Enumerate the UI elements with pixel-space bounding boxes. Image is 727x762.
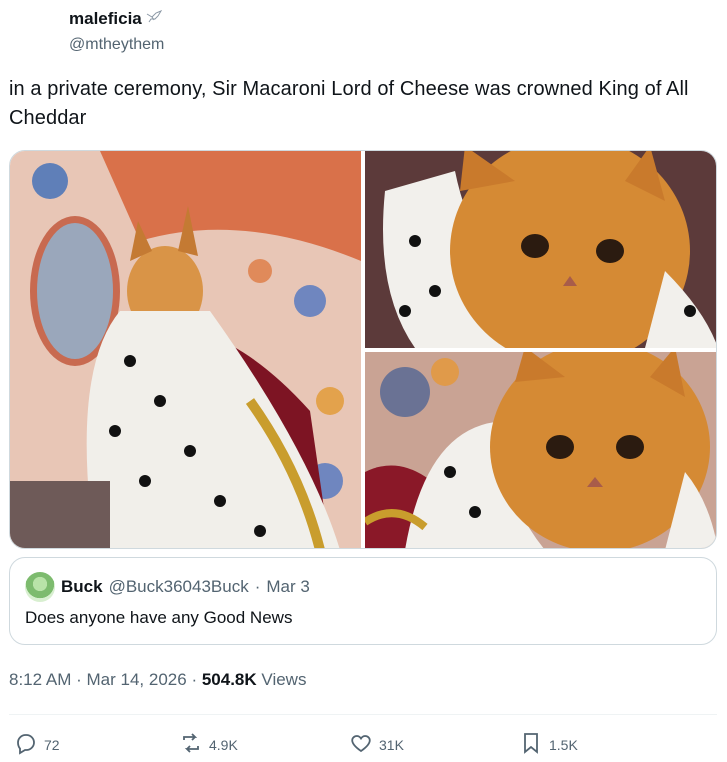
tweet-meta: 8:12 AM · Mar 14, 2026 · 504.8K Views [9,669,306,691]
meta-separator-2: · [191,670,198,689]
tweet-header: maleficia @mtheythem [69,8,164,56]
action-bar: 72 4.9K 31K 1.5K [9,731,717,761]
photo-cat-face-closeup[interactable] [365,151,716,348]
repost-icon [179,731,203,758]
photo-cat-crown-closeup[interactable] [365,352,716,548]
views-label: Views [261,670,307,689]
bookmark-count: 1.5K [549,736,578,753]
author-name[interactable]: maleficia [69,8,142,30]
like-count: 31K [379,736,404,753]
avatar[interactable] [25,572,55,602]
photo-cat-cape-full[interactable] [10,151,361,548]
tweet-time[interactable]: 8:12 AM [9,670,71,689]
tweet-text: in a private ceremony, Sir Macaroni Lord… [9,78,689,129]
reply-button[interactable]: 72 [14,731,60,758]
author-handle[interactable]: @mtheythem [69,34,164,56]
views-count: 504.8K [201,670,257,689]
bookmark-button[interactable]: 1.5K [519,731,578,758]
quoted-author-handle[interactable]: @Buck36043Buck [109,577,249,597]
quoted-tweet[interactable]: Buck @Buck36043Buck · Mar 3 Does anyone … [9,557,717,645]
tweet-date[interactable]: Mar 14, 2026 [87,670,187,689]
quoted-tweet-header: Buck @Buck36043Buck · Mar 3 [25,572,310,602]
divider [9,714,717,715]
quoted-author-name[interactable]: Buck [61,577,103,597]
like-button[interactable]: 31K [349,731,404,758]
quoted-tweet-text: Does anyone have any Good News [25,608,293,627]
quoted-date[interactable]: Mar 3 [266,577,309,597]
bird-badge-icon [146,8,162,30]
repost-button[interactable]: 4.9K [179,731,238,758]
heart-icon [349,731,373,758]
quoted-separator: · [254,577,261,596]
reply-icon [14,731,38,758]
reply-count: 72 [44,736,60,753]
media-grid [9,150,717,549]
meta-separator: · [76,670,82,689]
author-name-row[interactable]: maleficia [69,8,164,30]
bookmark-icon [519,731,543,758]
repost-count: 4.9K [209,736,238,753]
